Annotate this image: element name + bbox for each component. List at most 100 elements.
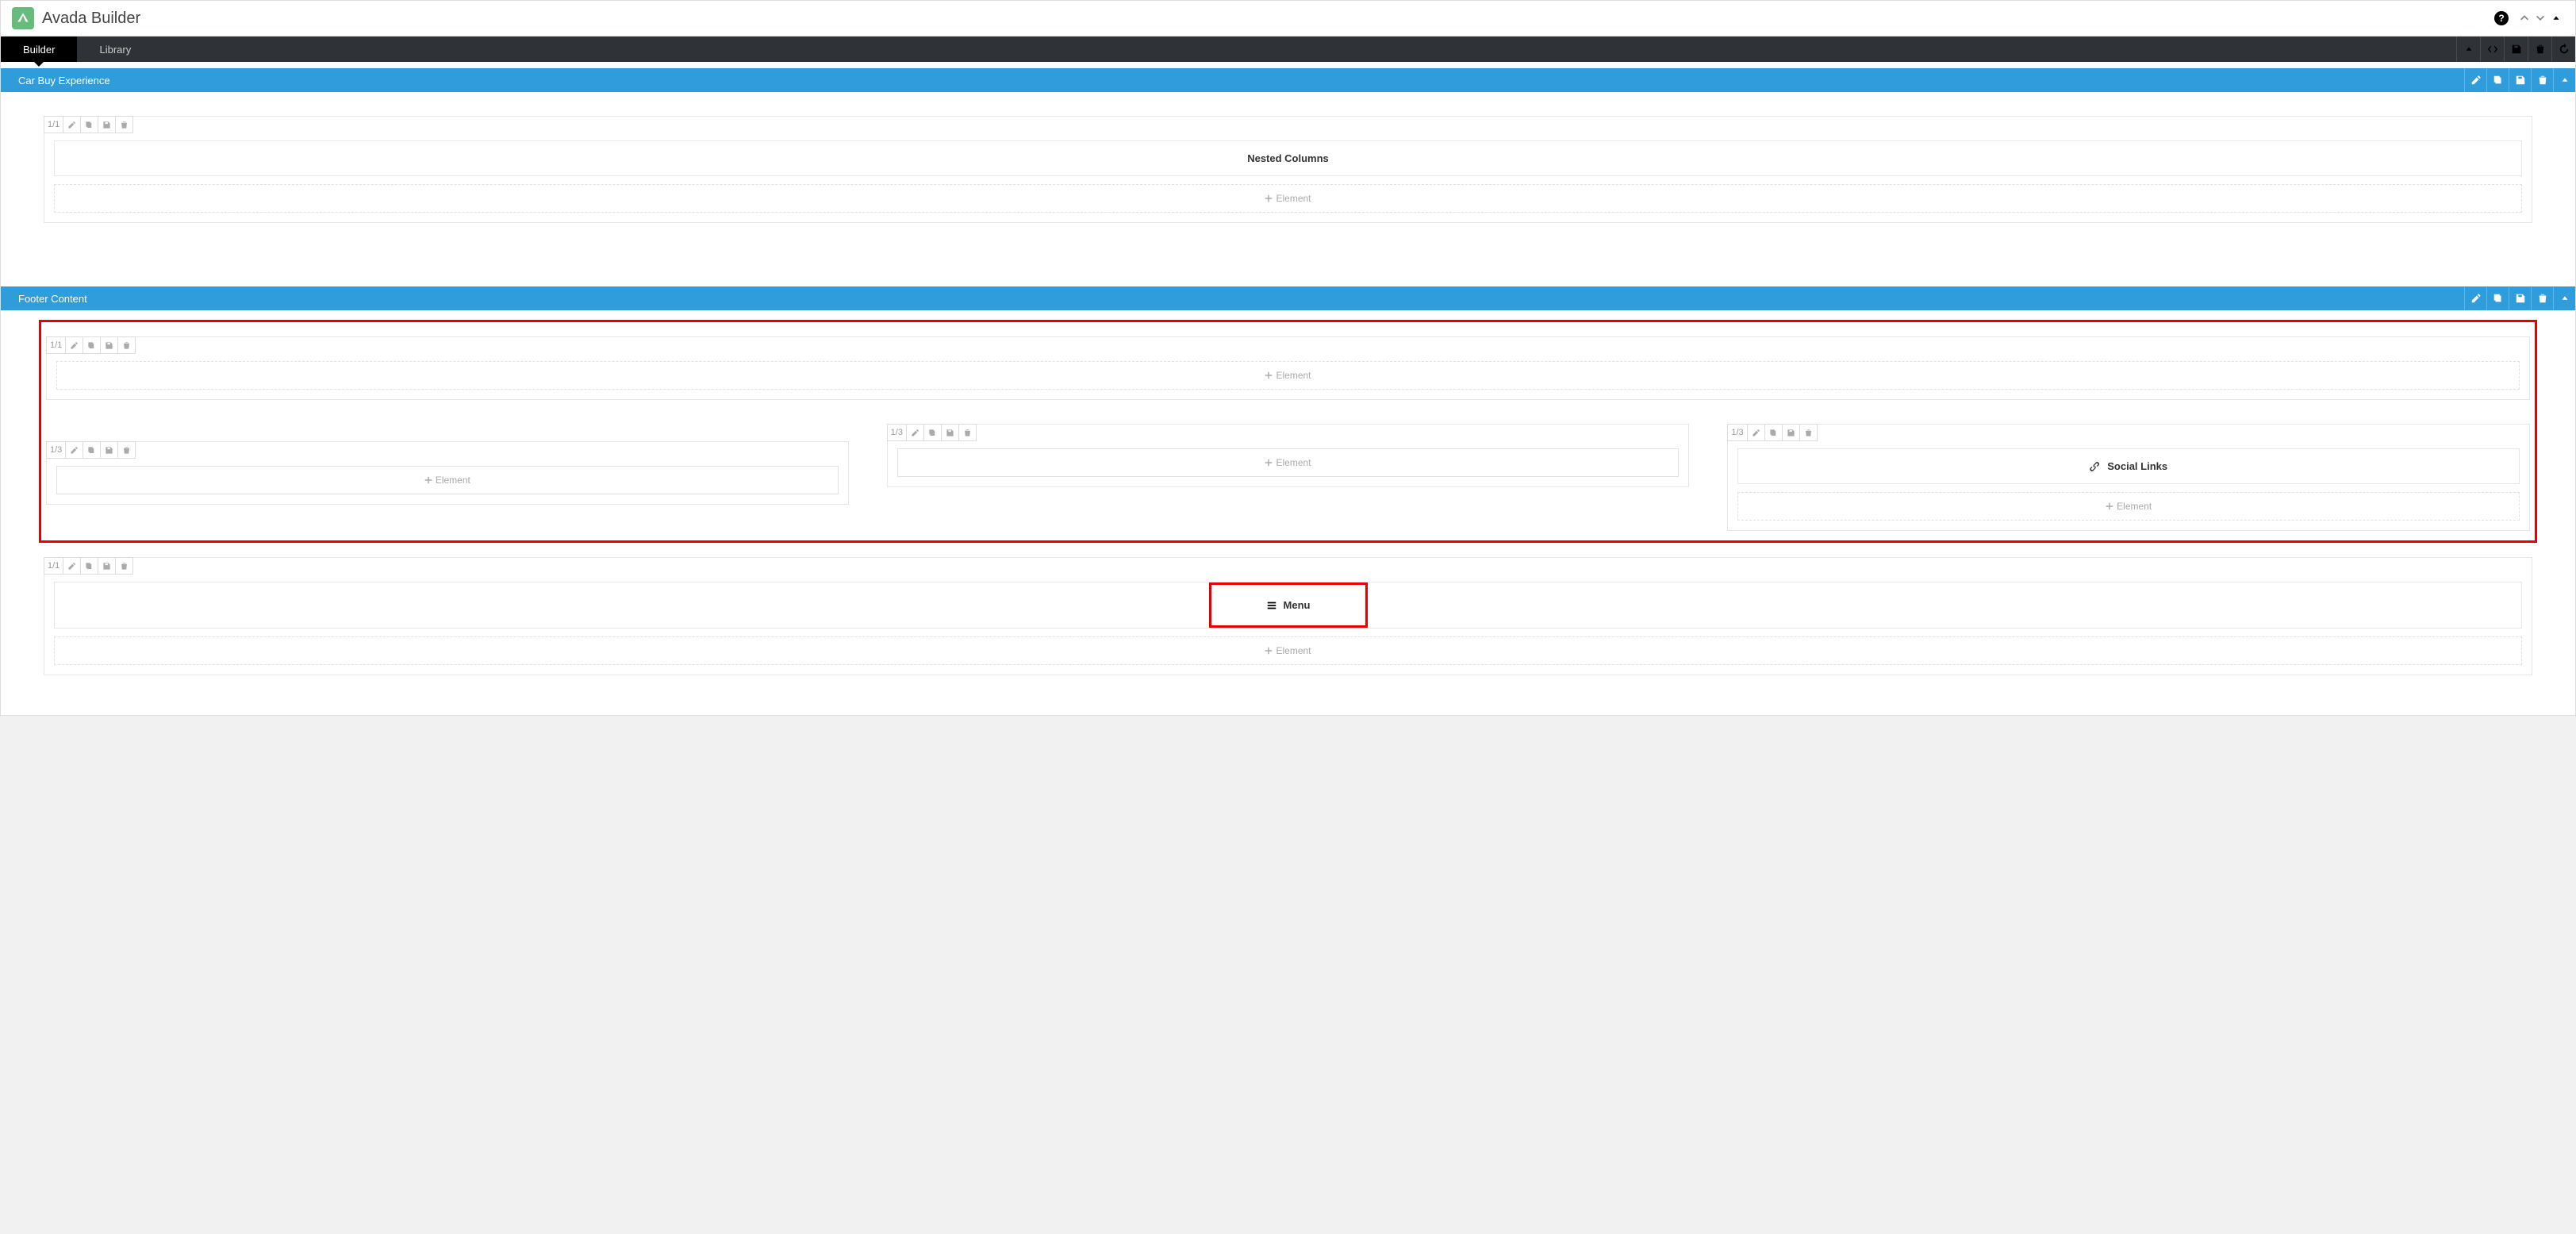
column-clone-button[interactable] xyxy=(1765,424,1783,441)
column-save-button[interactable] xyxy=(101,441,118,459)
toolbar-save-button[interactable] xyxy=(2504,37,2528,62)
column-trash-button[interactable] xyxy=(116,557,133,575)
column-size-label[interactable]: 1/3 xyxy=(1727,424,1747,441)
container-header[interactable]: Footer Content xyxy=(1,286,2575,310)
container-title: Car Buy Experience xyxy=(18,75,110,86)
column-clone-button[interactable] xyxy=(83,441,101,459)
container-trash-button[interactable] xyxy=(2531,286,2553,310)
add-element-label: Element xyxy=(1276,645,1311,656)
container-car-buy-experience: Car Buy Experience 1/1 xyxy=(1,68,2575,286)
tab-builder[interactable]: Builder xyxy=(1,37,77,62)
column-edit-button[interactable] xyxy=(63,116,81,133)
add-element-button[interactable]: Element xyxy=(1737,492,2520,521)
element-nested-columns[interactable]: Nested Columns xyxy=(54,140,2522,176)
column-edit-button[interactable] xyxy=(1748,424,1765,441)
column-third-3[interactable]: 1/3 Social Links xyxy=(1727,424,2530,531)
link-icon xyxy=(2090,461,2101,472)
column-trash-button[interactable] xyxy=(118,441,136,459)
column-save-button[interactable] xyxy=(98,116,116,133)
column-clone-button[interactable] xyxy=(81,116,98,133)
container-clone-button[interactable] xyxy=(2486,286,2509,310)
move-down-button[interactable] xyxy=(2534,12,2547,25)
builder-panel: Avada Builder ? Builder Library Car Buy … xyxy=(0,0,2576,716)
column-full[interactable]: 1/1 Nested Columns Element xyxy=(44,116,2532,223)
toolbar-collapse-button[interactable] xyxy=(2456,37,2480,62)
column-toolbar: 1/3 xyxy=(46,441,136,459)
plus-icon xyxy=(1265,647,1273,655)
container-edit-button[interactable] xyxy=(2464,68,2486,92)
column-toolbar: 1/3 xyxy=(1727,424,1817,441)
container-save-button[interactable] xyxy=(2509,68,2531,92)
column-clone-button[interactable] xyxy=(83,336,101,354)
container-collapse-button[interactable] xyxy=(2553,68,2575,92)
column-edit-button[interactable] xyxy=(907,424,924,441)
column-toolbar: 1/1 xyxy=(44,557,133,575)
row: 1/1 Element xyxy=(46,327,2530,400)
toolbar-code-button[interactable] xyxy=(2480,37,2504,62)
column-third-1[interactable]: 1/3 Element xyxy=(46,441,849,505)
element-label: Menu xyxy=(1284,599,1311,611)
column-toolbar: 1/3 xyxy=(887,424,977,441)
column-trash-button[interactable] xyxy=(118,336,136,354)
container-trash-button[interactable] xyxy=(2531,68,2553,92)
column-size-label[interactable]: 1/1 xyxy=(44,557,63,575)
add-element-label: Element xyxy=(1276,370,1311,381)
column-save-button[interactable] xyxy=(1783,424,1800,441)
mode-tabs: Builder Library xyxy=(1,37,2575,62)
move-up-button[interactable] xyxy=(2518,12,2531,25)
column-trash-button[interactable] xyxy=(959,424,977,441)
column-clone-button[interactable] xyxy=(924,424,942,441)
column-full[interactable]: 1/1 Element xyxy=(46,336,2530,400)
plus-icon xyxy=(1265,371,1273,379)
container-body: 1/1 Nested Columns Element xyxy=(1,92,2575,286)
builder-canvas: Car Buy Experience 1/1 xyxy=(1,62,2575,715)
row-thirds: 1/3 Element xyxy=(46,424,2530,531)
menu-icon xyxy=(1266,600,1277,611)
add-element-button[interactable]: Element xyxy=(897,448,1680,477)
row: 1/1 Nested Columns Element xyxy=(44,116,2532,223)
plus-icon xyxy=(1265,459,1273,467)
column-clone-button[interactable] xyxy=(81,557,98,575)
collapse-panel-button[interactable] xyxy=(2550,12,2563,25)
add-element-button[interactable]: Element xyxy=(54,636,2522,665)
toolbar-trash-button[interactable] xyxy=(2528,37,2551,62)
add-element-label: Element xyxy=(436,475,470,486)
column-edit-button[interactable] xyxy=(63,557,81,575)
container-footer-content: Footer Content 1/1 xyxy=(1,286,2575,699)
column-edit-button[interactable] xyxy=(66,336,83,354)
tab-library[interactable]: Library xyxy=(77,37,153,62)
help-icon[interactable]: ? xyxy=(2494,11,2509,25)
container-collapse-button[interactable] xyxy=(2553,286,2575,310)
element-wrapper: Menu xyxy=(54,582,2522,629)
toolbar-history-button[interactable] xyxy=(2551,37,2575,62)
column-trash-button[interactable] xyxy=(1800,424,1818,441)
add-element-button[interactable]: Element xyxy=(56,361,2520,390)
column-size-label[interactable]: 1/3 xyxy=(46,441,66,459)
container-title: Footer Content xyxy=(18,293,87,305)
highlight-annotation-outer: 1/1 Element xyxy=(39,320,2537,543)
column-edit-button[interactable] xyxy=(66,441,83,459)
element-social-links[interactable]: Social Links xyxy=(1737,448,2520,484)
column-third-2[interactable]: 1/3 Element xyxy=(887,424,1690,487)
container-clone-button[interactable] xyxy=(2486,68,2509,92)
column-size-label[interactable]: 1/1 xyxy=(44,116,63,133)
column-save-button[interactable] xyxy=(942,424,959,441)
column-full[interactable]: 1/1 Menu xyxy=(44,557,2532,675)
column-save-button[interactable] xyxy=(101,336,118,354)
column-size-label[interactable]: 1/3 xyxy=(887,424,907,441)
column-save-button[interactable] xyxy=(98,557,116,575)
element-label: Social Links xyxy=(2107,460,2167,472)
avada-logo-icon xyxy=(12,7,34,29)
column-trash-button[interactable] xyxy=(116,116,133,133)
highlight-annotation-menu: Menu xyxy=(1209,582,1368,628)
container-save-button[interactable] xyxy=(2509,286,2531,310)
add-element-label: Element xyxy=(2117,501,2152,512)
add-element-button[interactable]: Element xyxy=(54,184,2522,213)
add-element-button[interactable]: Element xyxy=(56,466,839,494)
container-header[interactable]: Car Buy Experience xyxy=(1,68,2575,92)
row: 1/1 Menu xyxy=(44,557,2532,675)
column-size-label[interactable]: 1/1 xyxy=(46,336,66,354)
container-edit-button[interactable] xyxy=(2464,286,2486,310)
container-body: 1/1 Element xyxy=(1,310,2575,699)
element-menu[interactable]: Menu xyxy=(1211,585,1365,625)
